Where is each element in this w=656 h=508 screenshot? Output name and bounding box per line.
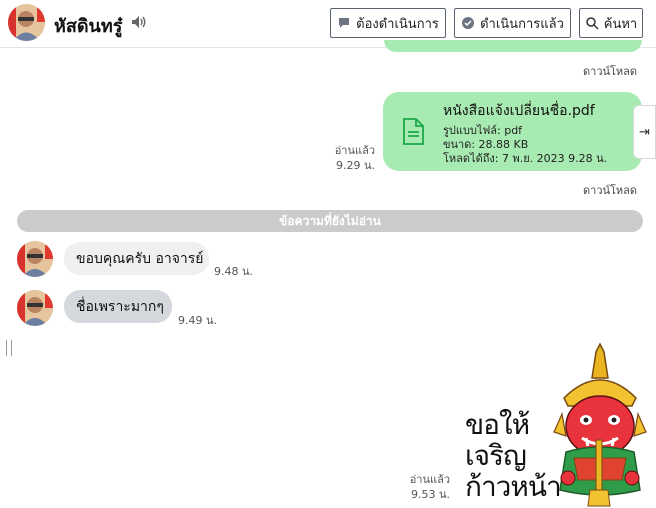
incoming-message-bubble[interactable]: ชื่อเพราะมากๆ xyxy=(64,290,172,323)
document-icon xyxy=(403,118,424,145)
todo-button-label: ต้องดำเนินการ xyxy=(356,16,439,32)
previous-file-bubble[interactable] xyxy=(384,40,642,52)
file-expiry: โหลดได้ถึง: 7 พ.ย. 2023 9.28 น. xyxy=(443,152,608,165)
read-label: อ่านแล้ว xyxy=(409,473,450,486)
unread-divider-label: ข้อความที่ยังไม่อ่าน xyxy=(279,213,381,228)
contact-name[interactable]: หัสดินทรู๋ xyxy=(54,11,122,40)
speaker-icon[interactable] xyxy=(131,15,147,29)
file-name: หนังสือแจ้งเปลี่ยนชื่อ.pdf xyxy=(443,103,595,119)
sender-avatar[interactable] xyxy=(17,290,53,326)
chat-window: หัสดินทรู๋ ต้องดำเนินการ ดำเนินการแล้ว ค… xyxy=(0,0,656,508)
message-time: 9.29 น. xyxy=(335,159,375,172)
arrow-right-bar-icon: ⇥ xyxy=(639,124,650,140)
message-time: 9.48 น. xyxy=(214,265,254,278)
search-icon xyxy=(586,17,599,30)
todo-button[interactable]: ต้องดำเนินการ xyxy=(330,8,446,38)
search-button[interactable]: ค้นหา xyxy=(579,8,643,38)
sticker-read-status: อ่านแล้ว 9.53 น. xyxy=(395,472,450,502)
message-time: 9.49 น. xyxy=(178,314,218,327)
read-label: อ่านแล้ว xyxy=(334,144,375,157)
resize-handle[interactable] xyxy=(6,340,12,356)
chat-check-icon xyxy=(462,17,475,29)
search-button-label: ค้นหา xyxy=(603,16,638,32)
chat-bubble-icon xyxy=(339,18,350,28)
collapse-panel-tab[interactable]: ⇥ xyxy=(633,105,656,159)
done-button-label: ดำเนินการแล้ว xyxy=(480,16,564,32)
sticker-text-line: ก้าวหน้า xyxy=(465,470,562,503)
file-read-status: อ่านแล้ว 9.29 น. xyxy=(320,143,375,173)
unread-divider: ข้อความที่ยังไม่อ่าน xyxy=(17,210,643,232)
message-time: 9.53 น. xyxy=(410,488,450,501)
file-message-bubble[interactable]: หนังสือแจ้งเปลี่ยนชื่อ.pdf รูปแบบไฟล์: p… xyxy=(383,92,642,171)
message-text: ขอบคุณครับ อาจารย์ xyxy=(76,250,204,267)
download-link[interactable]: ดาวน์โหลด xyxy=(583,62,637,80)
download-link[interactable]: ดาวน์โหลด xyxy=(583,181,637,199)
contact-avatar[interactable] xyxy=(8,4,45,41)
incoming-message-bubble[interactable]: ขอบคุณครับ อาจารย์ xyxy=(64,242,209,275)
done-button[interactable]: ดำเนินการแล้ว xyxy=(454,8,571,38)
message-text: ชื่อเพราะมากๆ xyxy=(76,298,164,315)
sender-avatar[interactable] xyxy=(17,241,53,277)
